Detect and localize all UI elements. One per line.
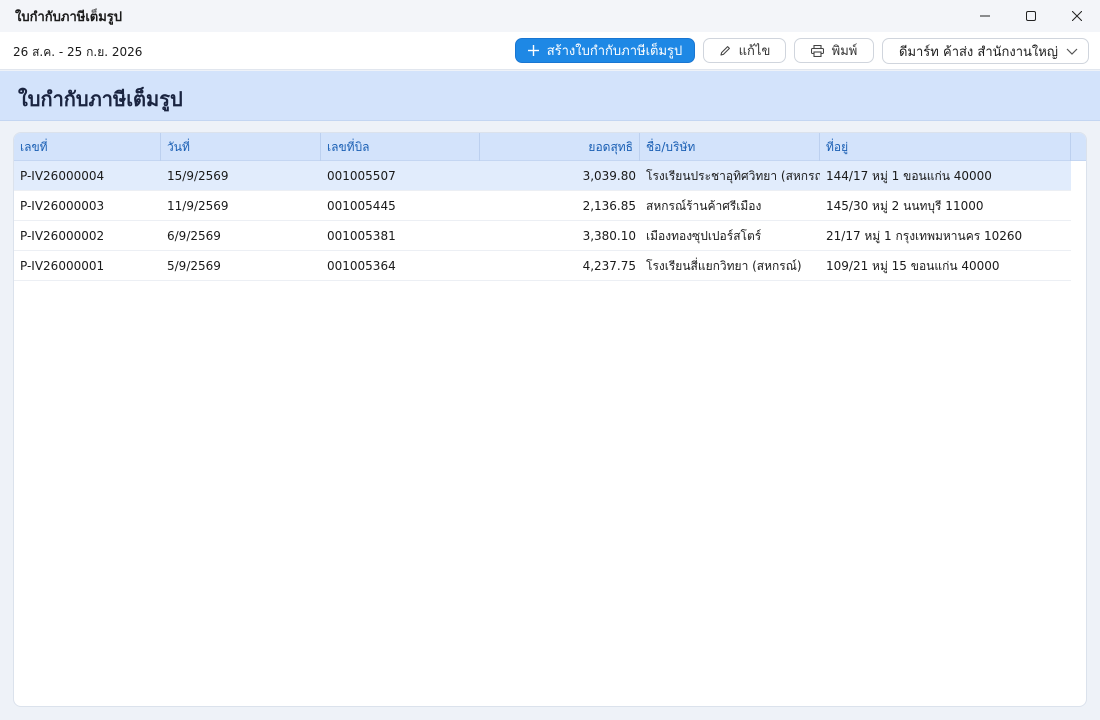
date-range-label[interactable]: 26 ส.ค. - 25 ก.ย. 2026 <box>13 43 142 62</box>
cell-bill-number: 001005364 <box>327 259 396 273</box>
table-row[interactable]: P-IV26000001 5/9/2569 001005364 4,237.75… <box>14 251 1071 281</box>
create-button-label: สร้างใบกำกับภาษีเต็มรูป <box>546 44 683 59</box>
cell-bill-number: 001005381 <box>327 229 396 243</box>
create-tax-invoice-button[interactable]: สร้างใบกำกับภาษีเต็มรูป <box>515 38 695 63</box>
cell-company: เมืองทองซุปเปอร์สโตร์ <box>646 229 762 243</box>
cell-date: 5/9/2569 <box>167 259 221 273</box>
table-row[interactable]: P-IV26000004 15/9/2569 001005507 3,039.8… <box>14 161 1071 191</box>
column-header-number[interactable]: เลขที่ <box>14 133 161 161</box>
branch-select-value: ดีมาร์ท ค้าส่ง สำนักงานใหญ่ <box>899 44 1058 60</box>
column-header-company[interactable]: ชื่อ/บริษัท <box>640 133 820 161</box>
cell-net-total: 3,380.10 <box>582 229 636 243</box>
invoice-table: เลขที่ วันที่ เลขที่บิล ยอดสุทธิ ชื่อ/บร… <box>13 132 1087 707</box>
column-header-net-total[interactable]: ยอดสุทธิ <box>480 133 640 161</box>
window-controls <box>962 0 1100 32</box>
maximize-icon <box>1026 11 1036 21</box>
column-header-bill-number[interactable]: เลขที่บิล <box>321 133 480 161</box>
minimize-icon <box>980 15 990 17</box>
minimize-button[interactable] <box>962 0 1008 32</box>
close-icon <box>1072 11 1082 21</box>
cell-date: 11/9/2569 <box>167 199 229 213</box>
cell-number: P-IV26000001 <box>20 259 105 273</box>
print-button[interactable]: พิมพ์ <box>794 38 874 63</box>
column-header-date[interactable]: วันที่ <box>161 133 321 161</box>
cell-number: P-IV26000004 <box>20 169 105 183</box>
pencil-icon <box>720 45 730 56</box>
table-row[interactable]: P-IV26000003 11/9/2569 001005445 2,136.8… <box>14 191 1071 221</box>
print-button-label: พิมพ์ <box>831 44 858 59</box>
printer-icon <box>810 44 824 57</box>
cell-date: 15/9/2569 <box>167 169 229 183</box>
cell-number: P-IV26000002 <box>20 229 105 243</box>
cell-company: โรงเรียนประชาอุทิศวิทยา (สหกรณ์) <box>646 169 820 183</box>
cell-address: 144/17 หมู่ 1 ขอนแก่น 40000 <box>826 169 992 183</box>
cell-net-total: 3,039.80 <box>582 169 636 183</box>
title-bar: ใบกำกับภาษีเต็มรูป <box>0 0 1100 32</box>
toolbar: 26 ส.ค. - 25 ก.ย. 2026 สร้างใบกำกับภาษีเ… <box>0 32 1100 70</box>
cell-address: 145/30 หมู่ 2 นนทบุรี 11000 <box>826 199 984 213</box>
chevron-down-icon <box>1066 48 1078 55</box>
column-header-spacer <box>1071 133 1086 161</box>
cell-bill-number: 001005507 <box>327 169 396 183</box>
cell-net-total: 2,136.85 <box>582 199 636 213</box>
cell-bill-number: 001005445 <box>327 199 396 213</box>
edit-button[interactable]: แก้ไข <box>703 38 786 63</box>
window-title: ใบกำกับภาษีเต็มรูป <box>15 9 123 25</box>
cell-company: สหกรณ์ร้านค้าศรีเมือง <box>646 199 762 213</box>
edit-button-label: แก้ไข <box>738 44 771 59</box>
plus-icon <box>527 45 539 56</box>
page-title: ใบกำกับภาษีเต็มรูป <box>18 87 183 111</box>
table-body: P-IV26000004 15/9/2569 001005507 3,039.8… <box>14 161 1071 281</box>
cell-address: 109/21 หมู่ 15 ขอนแก่น 40000 <box>826 259 1000 273</box>
page-header: ใบกำกับภาษีเต็มรูป <box>0 71 1100 121</box>
maximize-button[interactable] <box>1008 0 1054 32</box>
column-header-address[interactable]: ที่อยู่ <box>820 133 1071 161</box>
cell-company: โรงเรียนสี่แยกวิทยา (สหกรณ์) <box>646 259 802 273</box>
cell-date: 6/9/2569 <box>167 229 221 243</box>
branch-select[interactable]: ดีมาร์ท ค้าส่ง สำนักงานใหญ่ <box>882 38 1089 64</box>
close-button[interactable] <box>1054 0 1100 32</box>
table-row[interactable]: P-IV26000002 6/9/2569 001005381 3,380.10… <box>14 221 1071 251</box>
cell-number: P-IV26000003 <box>20 199 105 213</box>
cell-net-total: 4,237.75 <box>582 259 636 273</box>
table-header: เลขที่ วันที่ เลขที่บิล ยอดสุทธิ ชื่อ/บร… <box>14 133 1086 161</box>
cell-address: 21/17 หมู่ 1 กรุงเทพมหานคร 10260 <box>826 229 1023 243</box>
